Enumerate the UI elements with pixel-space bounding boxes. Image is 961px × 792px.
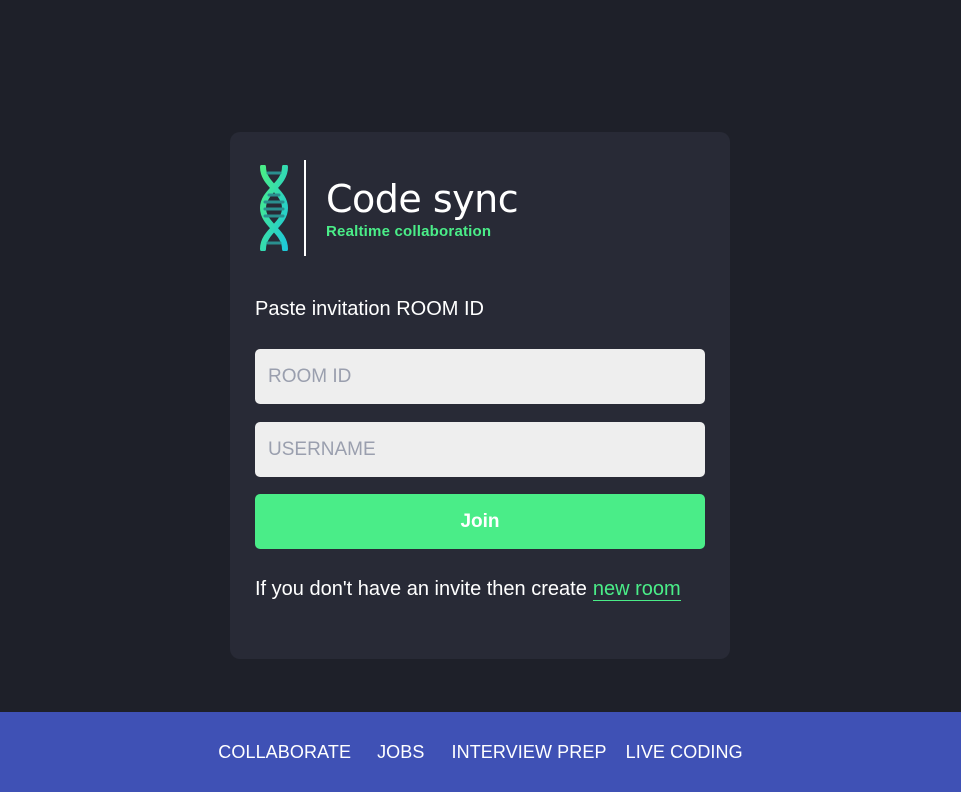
invite-label: Paste invitation ROOM ID — [255, 298, 484, 320]
brand-logo: Code sync Realtime collaboration — [256, 160, 519, 256]
brand-text: Code sync Realtime collaboration — [326, 176, 519, 240]
create-room-text: If you don't have an invite then create — [255, 578, 587, 600]
page: Code sync Realtime collaboration Paste i… — [0, 0, 961, 792]
footer-link-collaborate[interactable]: COLLABORATE — [218, 742, 351, 763]
new-room-link[interactable]: new room — [592, 578, 681, 601]
footer-link-interview-prep[interactable]: INTERVIEW PREP — [452, 742, 607, 763]
brand-subtitle: Realtime collaboration — [326, 222, 492, 240]
footer-nav: COLLABORATE JOBS INTERVIEW PREP LIVE COD… — [0, 712, 961, 792]
footer-link-live-coding[interactable]: LIVE CODING — [626, 742, 743, 763]
create-room-info: If you don't have an invite then create n… — [255, 574, 705, 605]
join-card: Code sync Realtime collaboration Paste i… — [230, 132, 730, 659]
footer-link-jobs[interactable]: JOBS — [377, 742, 424, 763]
brand-title: Code sync — [326, 176, 519, 221]
join-button[interactable]: Join — [255, 494, 705, 549]
username-input[interactable] — [255, 422, 705, 477]
dna-icon — [259, 165, 289, 251]
logo-divider — [304, 160, 306, 256]
room-id-input[interactable] — [255, 349, 705, 404]
